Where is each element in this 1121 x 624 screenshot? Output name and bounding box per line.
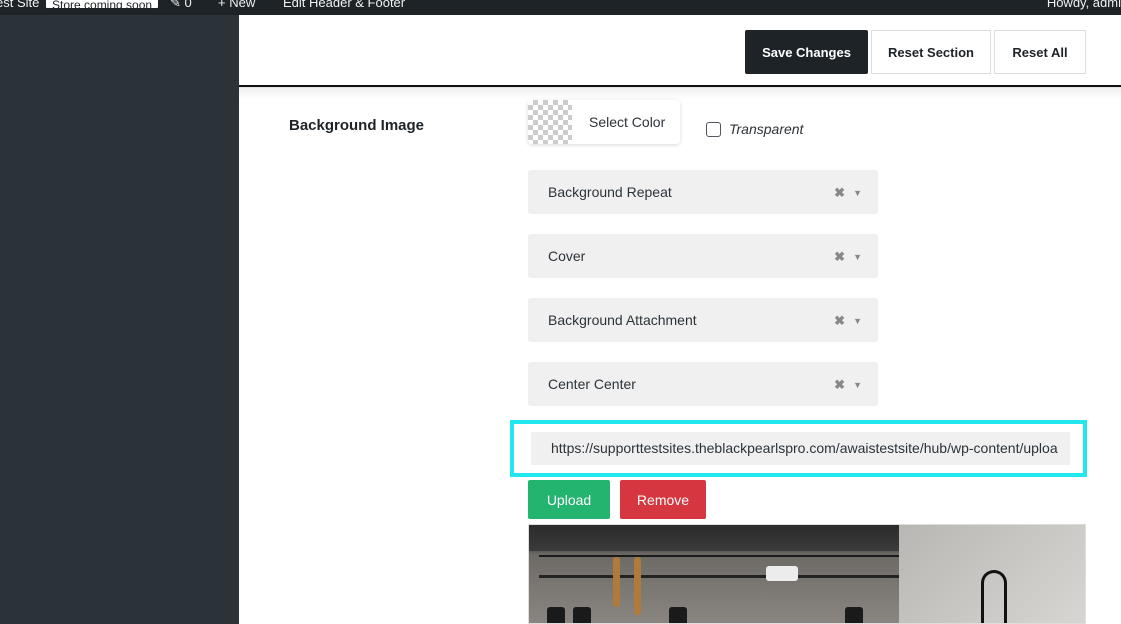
admin-bar-comments[interactable]: ✎ 0 (170, 0, 192, 12)
background-image-label: Background Image (289, 117, 425, 134)
admin-bar: est Site Store coming soon ✎ 0 + New Edi… (0, 0, 1121, 15)
clear-icon[interactable]: ✖ (834, 249, 845, 265)
plus-icon: + (218, 0, 226, 10)
caret-down-icon[interactable]: ▼ (853, 380, 862, 390)
select-color-label: Select Color (589, 114, 666, 130)
main-content: Save Changes Reset Section Reset All Bac… (239, 15, 1121, 624)
options-toolbar: Save Changes Reset Section Reset All (239, 15, 1121, 99)
preview-utensil (634, 557, 641, 615)
preview-faucet (981, 570, 1007, 623)
select-value: Background Attachment (548, 312, 697, 328)
preview-shelf (539, 555, 899, 557)
highlighted-url-field: https://supporttestsites.theblackpearlsp… (510, 420, 1087, 477)
upload-button[interactable]: Upload (528, 480, 610, 519)
background-attachment-select[interactable]: Background Attachment ✖ ▼ (528, 298, 878, 342)
preview-rail (539, 575, 899, 578)
preview-jar (669, 607, 687, 623)
background-position-select[interactable]: Center Center ✖ ▼ (528, 362, 878, 406)
store-status-badge[interactable]: Store coming soon (46, 0, 159, 12)
background-repeat-select[interactable]: Background Repeat ✖ ▼ (528, 170, 878, 214)
preview-jar (845, 607, 863, 623)
admin-bar-new[interactable]: + New (218, 0, 255, 12)
select-color-button[interactable]: Select Color (528, 100, 680, 144)
color-swatch (528, 100, 572, 144)
preview-jar (547, 607, 565, 623)
reset-all-button[interactable]: Reset All (994, 30, 1086, 74)
remove-button[interactable]: Remove (620, 480, 706, 519)
save-changes-button[interactable]: Save Changes (745, 30, 868, 74)
admin-bar-account[interactable]: Howdy, admi (1047, 0, 1121, 12)
comment-icon: ✎ (170, 0, 181, 10)
caret-down-icon[interactable]: ▼ (853, 316, 862, 326)
caret-down-icon[interactable]: ▼ (853, 252, 862, 262)
reset-section-button[interactable]: Reset Section (871, 30, 991, 74)
clear-icon[interactable]: ✖ (834, 185, 845, 201)
admin-bar-edit-header-footer[interactable]: Edit Header & Footer (283, 0, 405, 12)
preview-jar (573, 607, 591, 623)
select-value: Center Center (548, 376, 636, 392)
new-label: New (229, 0, 256, 10)
clear-icon[interactable]: ✖ (834, 313, 845, 329)
background-image-preview (528, 524, 1086, 624)
admin-sidebar (0, 15, 239, 624)
transparent-checkbox-label[interactable]: Transparent (706, 121, 803, 137)
preview-utensil (613, 557, 620, 607)
select-value: Cover (548, 248, 586, 264)
caret-down-icon[interactable]: ▼ (853, 188, 862, 198)
clear-icon[interactable]: ✖ (834, 377, 845, 393)
background-size-select[interactable]: Cover ✖ ▼ (528, 234, 878, 278)
comments-count: 0 (184, 0, 192, 10)
preview-paper-towel (766, 566, 798, 581)
image-url-input[interactable]: https://supporttestsites.theblackpearlsp… (531, 432, 1070, 465)
transparent-label: Transparent (729, 121, 804, 137)
select-value: Background Repeat (548, 184, 672, 200)
transparent-checkbox[interactable] (706, 121, 721, 137)
toolbar-shadow (239, 87, 1121, 99)
admin-bar-site-link[interactable]: est Site (0, 0, 39, 12)
